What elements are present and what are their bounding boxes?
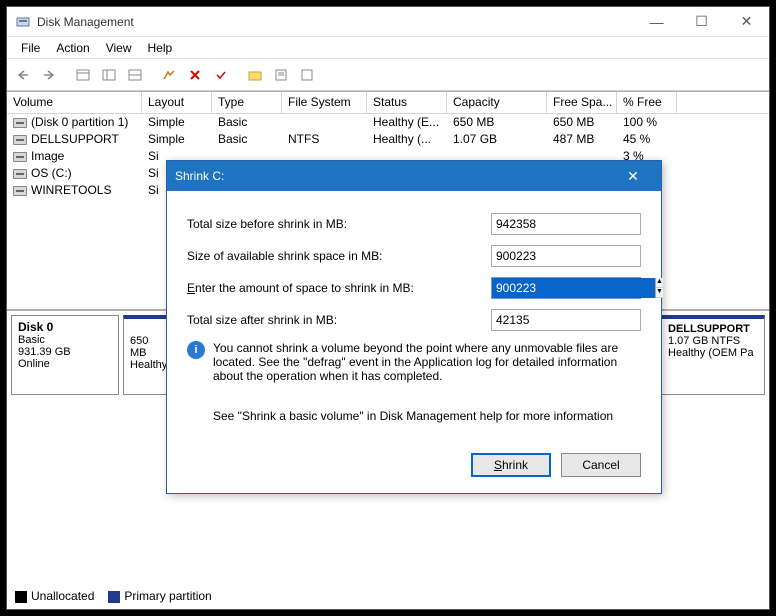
label-total-after: Total size after shrink in MB: bbox=[187, 313, 491, 327]
value-total-before: 942358 bbox=[491, 213, 641, 235]
disk-label[interactable]: Disk 0 Basic 931.39 GB Online bbox=[11, 315, 119, 395]
info-text-2: See "Shrink a basic volume" in Disk Mana… bbox=[213, 409, 641, 423]
label-available: Size of available shrink space in MB: bbox=[187, 249, 491, 263]
disk-size: 931.39 GB bbox=[18, 346, 71, 358]
value-available: 900223 bbox=[491, 245, 641, 267]
info-text-1: You cannot shrink a volume beyond the po… bbox=[213, 341, 641, 383]
label-shrink-amount: Enter the amount of space to shrink in M… bbox=[187, 281, 491, 295]
header-pctfree[interactable]: % Free bbox=[617, 92, 677, 113]
menu-help[interactable]: Help bbox=[140, 39, 181, 57]
header-layout[interactable]: Layout bbox=[142, 92, 212, 113]
dialog-title: Shrink C: bbox=[175, 169, 613, 183]
menu-file[interactable]: File bbox=[13, 39, 48, 57]
dialog-titlebar: Shrink C: ✕ bbox=[167, 161, 661, 191]
legend-primary: Primary partition bbox=[124, 589, 211, 603]
menu-view[interactable]: View bbox=[98, 39, 140, 57]
info-icon: i bbox=[187, 341, 205, 359]
grid-header: Volume Layout Type File System Status Ca… bbox=[7, 92, 769, 114]
header-capacity[interactable]: Capacity bbox=[447, 92, 547, 113]
part1-size: 650 MB bbox=[130, 335, 148, 359]
legend-unallocated: Unallocated bbox=[31, 589, 94, 603]
legend-swatch-unallocated bbox=[15, 591, 27, 603]
part-info: 1.07 GB NTFS bbox=[668, 335, 740, 347]
forward-icon[interactable] bbox=[37, 63, 61, 87]
cancel-button[interactable]: Cancel bbox=[561, 453, 641, 477]
disk-partition-dellsupport[interactable]: DELLSUPPORT 1.07 GB NTFS Healthy (OEM Pa bbox=[661, 315, 765, 395]
table-row[interactable]: (Disk 0 partition 1)SimpleBasicHealthy (… bbox=[7, 114, 769, 131]
header-fs[interactable]: File System bbox=[282, 92, 367, 113]
shrink-amount-input[interactable]: ▲▼ bbox=[491, 277, 641, 299]
back-icon[interactable] bbox=[11, 63, 35, 87]
disk-name: Disk 0 bbox=[18, 320, 53, 334]
header-type[interactable]: Type bbox=[212, 92, 282, 113]
legend-swatch-primary bbox=[108, 591, 120, 603]
view2-icon[interactable] bbox=[97, 63, 121, 87]
disk-partition-1[interactable]: 650 MB Healthy bbox=[123, 315, 171, 395]
minimize-button[interactable]: — bbox=[634, 7, 679, 37]
close-button[interactable]: ✕ bbox=[724, 7, 769, 37]
delete-icon[interactable] bbox=[183, 63, 207, 87]
properties-icon[interactable] bbox=[269, 63, 293, 87]
label-total-before: Total size before shrink in MB: bbox=[187, 217, 491, 231]
legend: Unallocated Primary partition bbox=[15, 589, 212, 603]
part-status: Healthy (OEM Pa bbox=[668, 347, 754, 359]
disk-type: Basic bbox=[18, 334, 45, 346]
shrink-button[interactable]: Shrink bbox=[471, 453, 551, 477]
dialog-close-button[interactable]: ✕ bbox=[613, 161, 653, 191]
toolbar bbox=[7, 59, 769, 91]
maximize-button[interactable]: ☐ bbox=[679, 7, 724, 37]
spinner-buttons[interactable]: ▲▼ bbox=[655, 278, 663, 298]
header-volume[interactable]: Volume bbox=[7, 92, 142, 113]
disk-status: Online bbox=[18, 358, 50, 370]
view3-icon[interactable] bbox=[123, 63, 147, 87]
action-icon[interactable] bbox=[157, 63, 181, 87]
shrink-amount-field[interactable] bbox=[492, 278, 655, 298]
titlebar: Disk Management — ☐ ✕ bbox=[7, 7, 769, 37]
folder-icon[interactable] bbox=[243, 63, 267, 87]
window-title: Disk Management bbox=[37, 15, 634, 29]
tool-extra-icon[interactable] bbox=[295, 63, 319, 87]
header-status[interactable]: Status bbox=[367, 92, 447, 113]
value-total-after: 42135 bbox=[491, 309, 641, 331]
check-icon[interactable] bbox=[209, 63, 233, 87]
app-icon bbox=[15, 14, 31, 30]
menu-action[interactable]: Action bbox=[48, 39, 97, 57]
menubar: File Action View Help bbox=[7, 37, 769, 59]
part-name: DELLSUPPORT bbox=[668, 323, 750, 335]
header-free[interactable]: Free Spa... bbox=[547, 92, 617, 113]
part1-status: Healthy bbox=[130, 359, 167, 371]
shrink-dialog: Shrink C: ✕ Total size before shrink in … bbox=[166, 160, 662, 494]
table-row[interactable]: DELLSUPPORTSimpleBasicNTFSHealthy (...1.… bbox=[7, 131, 769, 148]
view1-icon[interactable] bbox=[71, 63, 95, 87]
